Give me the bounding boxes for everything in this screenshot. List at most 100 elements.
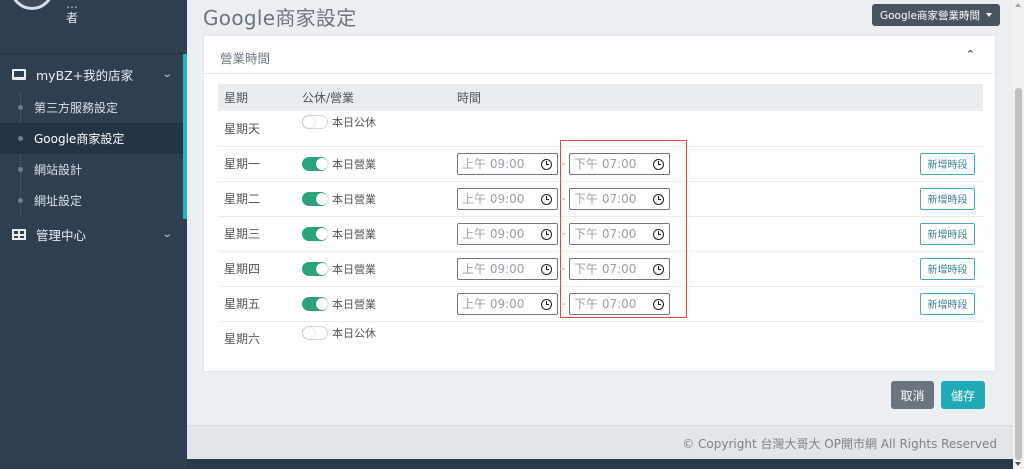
sidebar-item-label: Google商家設定 xyxy=(34,132,125,146)
chevron-down-icon: ⌄ xyxy=(161,68,173,80)
start-time-input[interactable]: 上午 09:00 xyxy=(457,152,558,175)
table-row: 星期五 本日營業 上午 09:00 - 下午 07:00 新增時段 xyxy=(218,286,983,322)
table-row: 星期六 本日公休 xyxy=(218,321,983,356)
save-button[interactable]: 儲存 xyxy=(941,381,985,409)
day-label: 星期三 xyxy=(218,216,296,252)
end-time-input[interactable]: 下午 07:00 xyxy=(569,187,670,210)
table-icon xyxy=(12,228,26,240)
panel-header: 營業時間 ⌃ xyxy=(204,36,995,74)
status-label: 本日公休 xyxy=(332,116,376,130)
scroll-up-icon[interactable] xyxy=(1015,3,1021,7)
open-toggle[interactable] xyxy=(302,296,328,311)
status-label: 本日營業 xyxy=(332,262,376,276)
add-time-slot-button[interactable]: 新增時段 xyxy=(920,257,975,280)
status-label: 本日營業 xyxy=(332,192,376,206)
clock-icon[interactable] xyxy=(653,228,664,240)
clock-icon[interactable] xyxy=(541,193,552,205)
clock-icon[interactable] xyxy=(653,263,664,275)
scrollbar[interactable] xyxy=(1013,0,1024,469)
end-time-input[interactable]: 下午 07:00 xyxy=(569,257,670,280)
scroll-down-icon[interactable] xyxy=(1015,462,1021,466)
page-title: Google商家設定 xyxy=(203,6,357,30)
clock-icon[interactable] xyxy=(541,158,552,170)
business-hours-panel: 營業時間 ⌃ 星期 公休/營業 時間 星期天 本日公休 星期一 本日營業 上午 … xyxy=(203,35,996,372)
add-time-slot-button[interactable]: 新增時段 xyxy=(920,222,975,245)
table-header-row: 星期 公休/營業 時間 xyxy=(218,84,983,111)
copyright-text: © Copyright 台灣大哥大 OP開市網 All Rights Reser… xyxy=(682,437,997,451)
avatar[interactable] xyxy=(10,0,54,10)
sidebar-item-label: 網址設定 xyxy=(34,194,83,208)
table-row: 星期三 本日營業 上午 09:00 - 下午 07:00 新增時段 xyxy=(218,216,983,252)
scrollbar-thumb[interactable] xyxy=(1015,88,1022,460)
start-time-input[interactable]: 上午 09:00 xyxy=(457,292,558,315)
sidebar-group-management[interactable]: 管理中心 ⌄ xyxy=(0,216,183,252)
section-dropdown-button[interactable]: Google商家營業時間 xyxy=(872,4,1001,26)
open-toggle[interactable] xyxy=(302,191,328,206)
bullet-icon xyxy=(18,105,23,110)
user-profile: … 者 xyxy=(0,0,183,54)
table-row: 星期二 本日營業 上午 09:00 - 下午 07:00 新增時段 xyxy=(218,181,983,217)
add-time-slot-button[interactable]: 新增時段 xyxy=(920,152,975,175)
sidebar-item-google-business[interactable]: Google商家設定 xyxy=(0,123,183,154)
start-time-input[interactable]: 上午 09:00 xyxy=(457,257,558,280)
add-time-slot-button[interactable]: 新增時段 xyxy=(920,292,975,315)
table-row: 星期一 本日營業 上午 09:00 - 下午 07:00 新增時段 xyxy=(218,146,983,182)
panel-title: 營業時間 xyxy=(220,51,271,66)
monitor-icon xyxy=(12,68,26,80)
status-label: 本日營業 xyxy=(332,157,376,171)
caret-down-icon xyxy=(986,13,993,17)
start-time-input[interactable]: 上午 09:00 xyxy=(457,222,558,245)
clock-icon[interactable] xyxy=(541,228,552,240)
open-toggle[interactable] xyxy=(302,156,328,171)
sidebar-group-label: myBZ+我的店家 xyxy=(36,67,134,83)
open-toggle[interactable] xyxy=(302,261,328,276)
sidebar-group-mystore[interactable]: myBZ+我的店家 ⌄ xyxy=(0,56,183,92)
bullet-icon xyxy=(18,198,23,203)
status-label: 本日營業 xyxy=(332,297,376,311)
day-label: 星期二 xyxy=(218,181,296,217)
sidebar-item-third-party[interactable]: 第三方服務設定 xyxy=(0,92,183,123)
status-label: 本日營業 xyxy=(332,227,376,241)
hours-table: 星期 公休/營業 時間 星期天 本日公休 星期一 本日營業 上午 09:00 -… xyxy=(218,84,983,356)
open-toggle[interactable] xyxy=(302,115,328,130)
day-label: 星期五 xyxy=(218,286,296,322)
main-content: Google商家設定 Google商家營業時間 營業時間 ⌃ 星期 公休/營業 … xyxy=(187,0,1013,469)
day-label: 星期一 xyxy=(218,146,296,182)
clock-icon[interactable] xyxy=(653,158,664,170)
column-header-day: 星期 xyxy=(218,84,296,111)
bullet-icon xyxy=(18,136,23,141)
end-time-input[interactable]: 下午 07:00 xyxy=(569,152,670,175)
footer: © Copyright 台灣大哥大 OP開市網 All Rights Reser… xyxy=(187,425,1013,459)
sidebar-item-url-settings[interactable]: 網址設定 xyxy=(0,185,183,216)
start-time-input[interactable]: 上午 09:00 xyxy=(457,187,558,210)
end-time-input[interactable]: 下午 07:00 xyxy=(569,292,670,315)
clock-icon[interactable] xyxy=(653,298,664,310)
clock-icon[interactable] xyxy=(541,263,552,275)
sidebar-submenu: 第三方服務設定 Google商家設定 網站設計 網址設定 xyxy=(0,92,183,216)
column-header-status: 公休/營業 xyxy=(296,84,451,111)
sidebar-item-label: 第三方服務設定 xyxy=(34,101,119,115)
end-time-input[interactable]: 下午 07:00 xyxy=(569,222,670,245)
sidebar-item-site-design[interactable]: 網站設計 xyxy=(0,154,183,185)
sidebar-group-label: 管理中心 xyxy=(36,227,87,243)
chevron-up-icon[interactable]: ⌃ xyxy=(966,48,975,61)
sidebar-item-label: 網站設計 xyxy=(34,163,83,177)
sidebar: … 者 myBZ+我的店家 ⌄ 第三方服務設定 Google商家設定 網站設計 xyxy=(0,0,187,469)
day-label: 星期天 xyxy=(218,111,296,147)
day-label: 星期六 xyxy=(224,332,261,347)
sidebar-menu: myBZ+我的店家 ⌄ 第三方服務設定 Google商家設定 網站設計 網址設定 xyxy=(0,56,183,252)
cancel-button[interactable]: 取消 xyxy=(891,381,934,409)
day-label: 星期四 xyxy=(218,251,296,287)
clock-icon[interactable] xyxy=(653,193,664,205)
add-time-slot-button[interactable]: 新增時段 xyxy=(920,187,975,210)
table-row: 星期天 本日公休 xyxy=(218,111,983,147)
table-row: 星期四 本日營業 上午 09:00 - 下午 07:00 新增時段 xyxy=(218,251,983,287)
column-header-time: 時間 xyxy=(451,84,983,111)
profile-name: … 者 xyxy=(66,0,79,25)
bullet-icon xyxy=(18,167,23,172)
chevron-down-icon: ⌄ xyxy=(161,228,173,240)
clock-icon[interactable] xyxy=(541,298,552,310)
status-label: 本日公休 xyxy=(332,326,376,340)
open-toggle[interactable] xyxy=(302,325,328,340)
open-toggle[interactable] xyxy=(302,226,328,241)
